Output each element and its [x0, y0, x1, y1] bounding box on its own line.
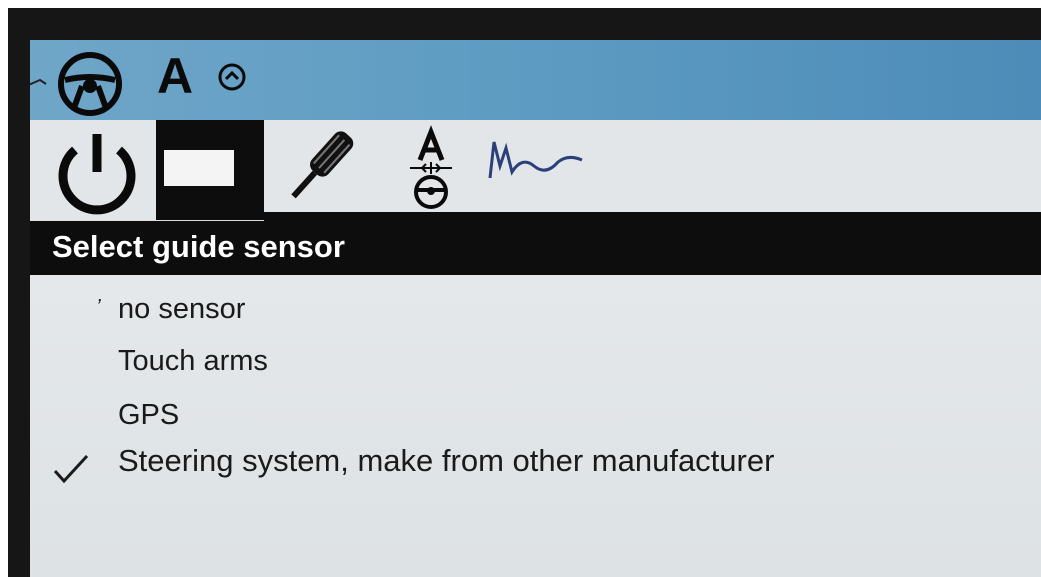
- calibrate-wheel-icon: [410, 125, 452, 209]
- tab-signal[interactable]: [482, 120, 592, 220]
- monitor-bezel: A Select guide sensor ʼ no sensor Touch …: [8, 8, 1041, 577]
- sensor-options-list: ʼ no sensor Touch arms GPS Steering syst…: [30, 275, 1041, 577]
- arrow-edge-icon: [30, 78, 47, 86]
- option-no-sensor[interactable]: no sensor: [118, 289, 245, 329]
- terminal-screen: A Select guide sensor ʼ no sensor Touch …: [30, 40, 1041, 577]
- tab-power[interactable]: [42, 120, 152, 220]
- tab-tools[interactable]: [276, 120, 372, 220]
- tab-bar: [30, 120, 1041, 221]
- option-touch-arms[interactable]: Touch arms: [118, 341, 268, 381]
- tab-baseline: [264, 212, 1041, 221]
- steering-wheel-icon: [58, 52, 122, 116]
- checkmark-icon: [53, 454, 89, 484]
- option-steering-system-other[interactable]: Steering system, make from other manufac…: [118, 441, 774, 481]
- circle-chevron-icon: [218, 63, 246, 91]
- power-icon: [58, 134, 136, 215]
- display-toggle-icon: [164, 150, 256, 186]
- status-bar: A: [30, 40, 1041, 120]
- screwdriver-icon: [291, 131, 354, 199]
- option-gps[interactable]: GPS: [118, 395, 179, 435]
- menu-title: Select guide sensor: [30, 221, 1041, 275]
- cursor-marker: ʼ: [96, 297, 101, 319]
- auto-mode-label: A: [157, 48, 194, 104]
- tab-calibration[interactable]: [396, 120, 466, 220]
- tab-display[interactable]: [156, 120, 264, 220]
- signal-wave-icon: [488, 141, 583, 179]
